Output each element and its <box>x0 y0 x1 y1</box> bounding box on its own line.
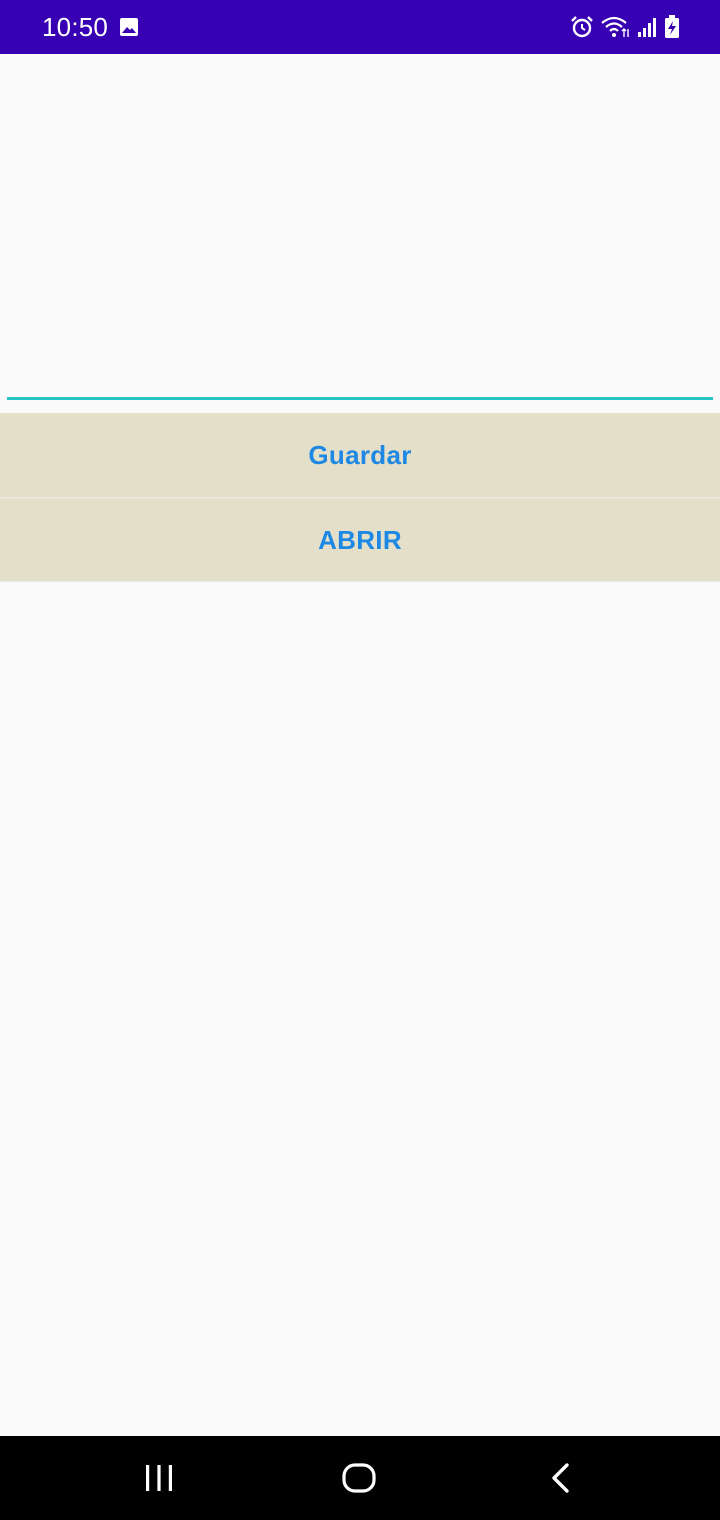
status-bar: 10:50 <box>0 0 720 54</box>
status-icons <box>570 14 680 40</box>
battery-charging-icon <box>665 15 679 38</box>
open-button[interactable]: ABRIR <box>0 498 720 581</box>
main-content: Guardar ABRIR <box>0 54 720 1436</box>
gallery-icon <box>120 18 138 36</box>
wifi-icon <box>601 16 629 37</box>
signal-icon <box>638 18 656 37</box>
status-time: 10:50 <box>42 12 109 42</box>
save-button[interactable]: Guardar <box>0 413 720 497</box>
home-icon[interactable] <box>341 1462 377 1494</box>
alarm-icon <box>571 16 593 38</box>
recents-icon[interactable] <box>142 1462 176 1494</box>
navigation-bar <box>0 1436 720 1520</box>
back-icon[interactable] <box>548 1462 572 1494</box>
note-text-input[interactable] <box>7 54 713 402</box>
text-input-underline <box>7 397 713 400</box>
